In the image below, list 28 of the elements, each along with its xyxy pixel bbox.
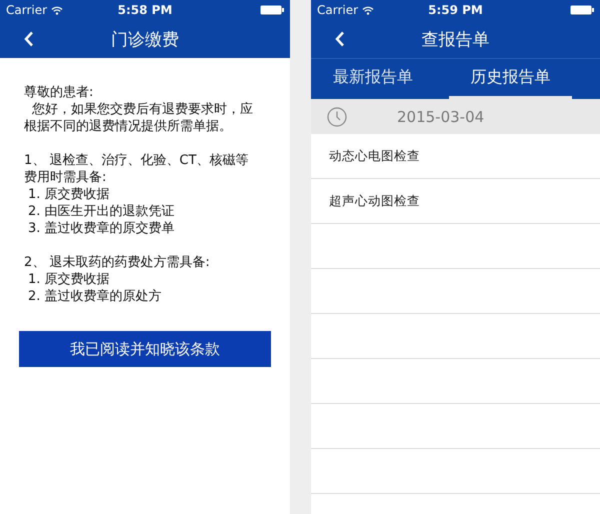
salutation-text: 尊敬的患者: (24, 84, 94, 101)
back-icon[interactable] (335, 31, 345, 47)
status-time: 5:59 PM (428, 3, 483, 17)
wifi-icon (362, 6, 374, 14)
carrier-label: Carrier (317, 3, 358, 17)
list-item: 3. 盖过收费章的原交费单 (27, 220, 176, 237)
nav-title: 查报告单 (422, 28, 490, 50)
section-heading: 1、 退检查、治疗、化验、CT、核磁等费用时需具备: (24, 152, 250, 186)
battery-icon (260, 5, 284, 15)
wifi-icon (51, 6, 64, 14)
battery-icon (570, 5, 594, 15)
notice-paragraph: 您好，如果您交费后有退费要求时，应根据不同的退费情况提供所需单据。 (24, 101, 254, 135)
back-icon[interactable] (24, 31, 34, 47)
report-name: 超声心动图检查 (329, 192, 420, 210)
list-item: 1. 原交费收据 (27, 186, 111, 203)
list-item: 2. 由医生开出的退款凭证 (27, 203, 176, 220)
list-item: 1. 原交费收据 (27, 271, 111, 288)
nav-title: 门诊缴费 (111, 28, 179, 50)
date-label: 2015-03-04 (397, 108, 484, 126)
carrier-label: Carrier (6, 3, 48, 17)
report-name: 动态心电图检查 (329, 148, 420, 164)
clock-icon (327, 106, 347, 126)
report-row[interactable]: 动态心电图检查 (311, 134, 600, 179)
list-item: 2. 盖过收费章的原处方 (27, 288, 163, 305)
status-time: 5:58 PM (118, 3, 172, 17)
tab[interactable]: 最新报告单 (311, 59, 434, 99)
section-heading: 2、 退未取药的药费处方需具备: (24, 254, 211, 271)
confirm-button[interactable]: 我已阅读并知晓该条款 (19, 331, 271, 367)
